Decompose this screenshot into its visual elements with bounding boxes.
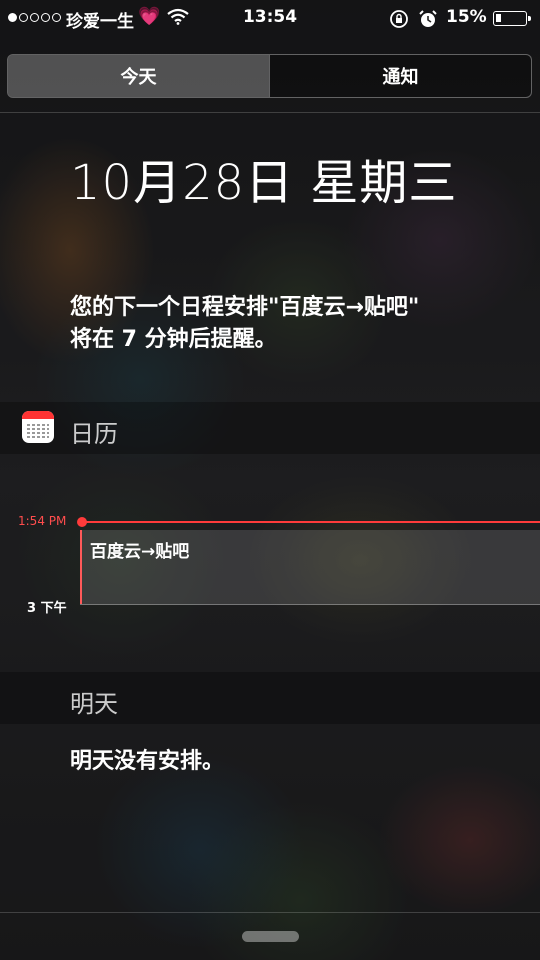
current-time-line [82, 521, 540, 523]
status-bar: 珍爱一生 💗 13:54 15% [0, 0, 540, 38]
hour-gridline [80, 604, 540, 605]
today-summary: 您的下一个日程安排"百度云→贴吧" 将在 7 分钟后提醒。 [70, 292, 520, 356]
tomorrow-section-title: 明天 [70, 690, 118, 718]
tab-notifications[interactable]: 通知 [270, 55, 531, 97]
tab-today[interactable]: 今天 [8, 55, 269, 97]
summary-line-1: 您的下一个日程安排"百度云→贴吧" [70, 295, 420, 320]
today-date: 10月28日 星期三 [70, 155, 458, 211]
calendar-app-icon[interactable] [22, 411, 54, 443]
battery-icon [493, 11, 531, 26]
current-time-label: 1:54 PM [18, 514, 67, 528]
calendar-event[interactable]: 百度云→贴吧 [80, 530, 540, 604]
bottom-divider [0, 912, 540, 913]
battery-percentage: 15% [446, 7, 487, 27]
hour-label: 3 下午 [27, 601, 67, 616]
summary-line-2: 将在 7 分钟后提醒。 [70, 327, 277, 352]
today-notifications-tabs: 今天 通知 [7, 54, 532, 98]
calendar-section-title: 日历 [70, 420, 118, 448]
calendar-event-title: 百度云→贴吧 [90, 542, 190, 562]
header-divider [0, 112, 540, 113]
rotation-lock-icon [389, 9, 409, 34]
tomorrow-message: 明天没有安排。 [70, 749, 225, 774]
alarm-icon [418, 9, 438, 34]
close-handle[interactable] [242, 931, 299, 942]
